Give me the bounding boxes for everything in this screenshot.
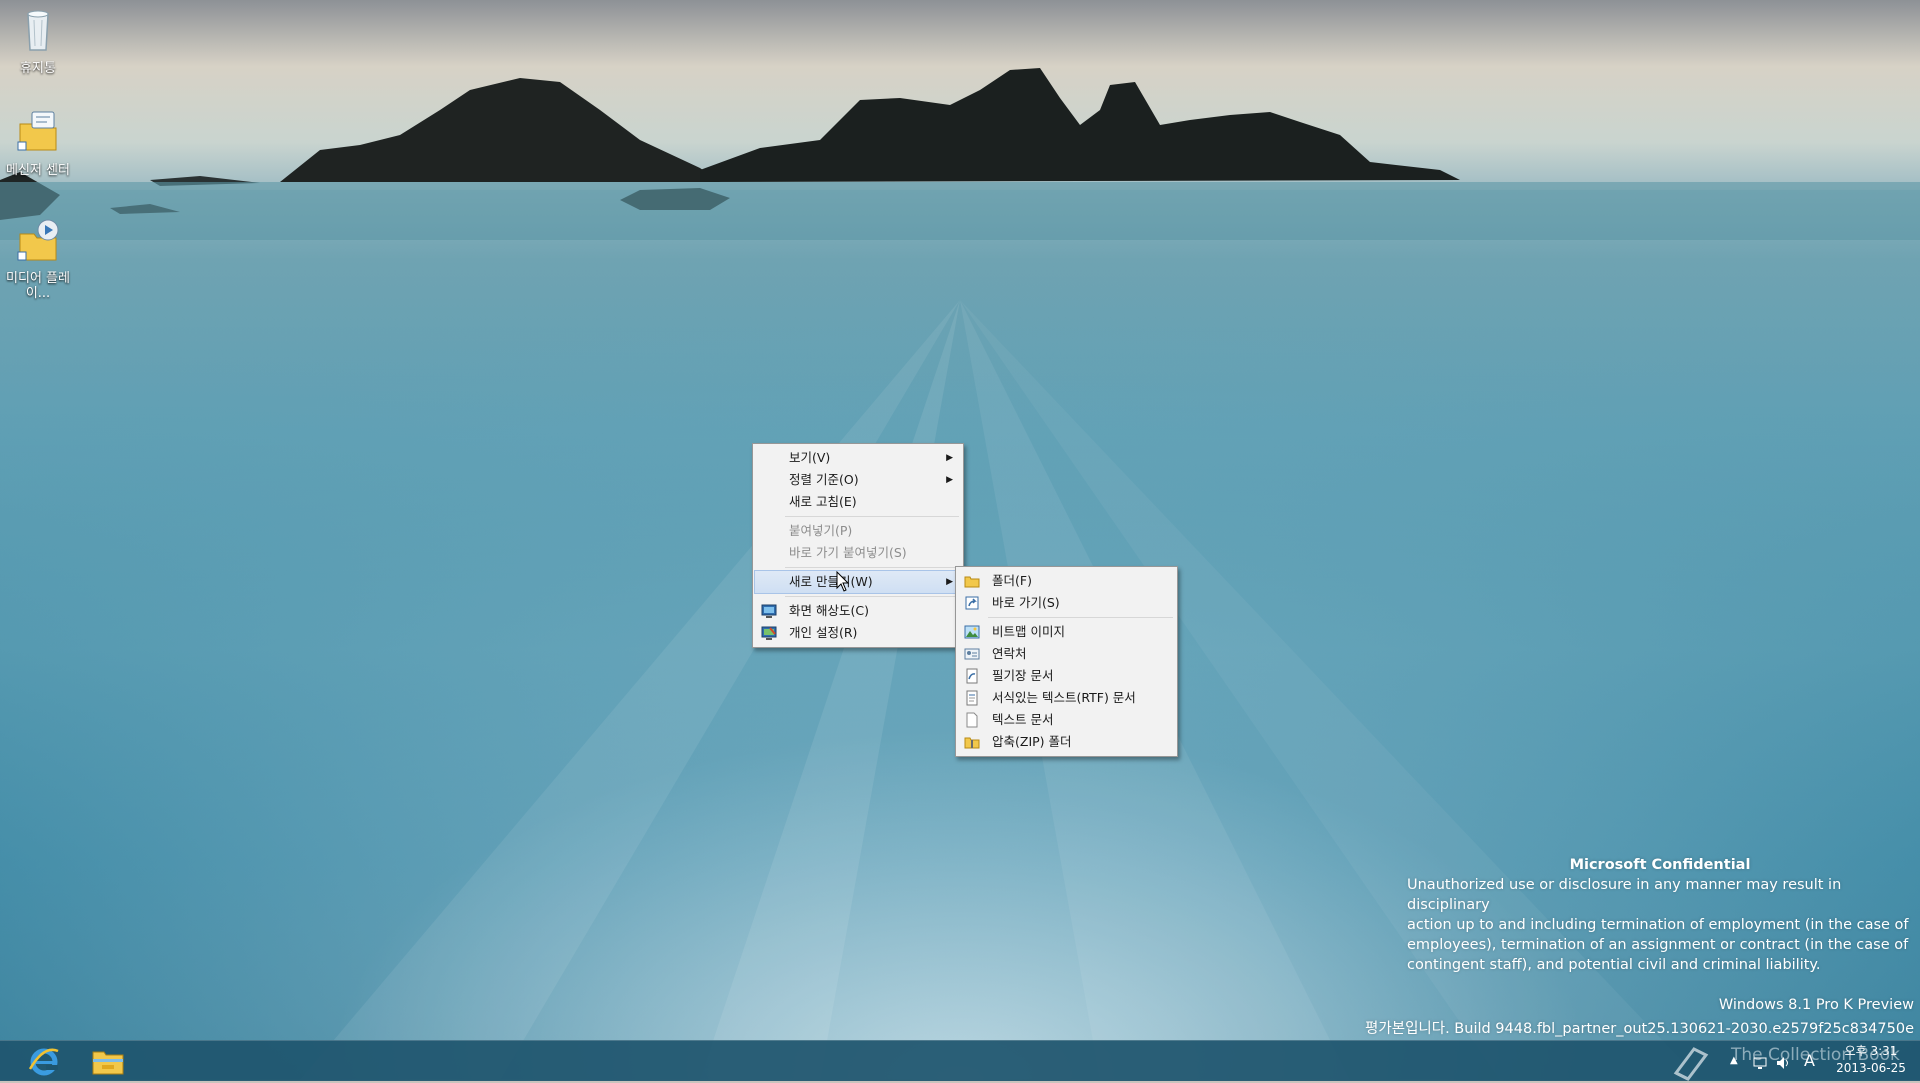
submenu-item-rtf[interactable]: 서식있는 텍스트(RTF) 문서 [958,687,1175,709]
clock-time: 오후 3:31 [1844,1044,1898,1058]
menu-item-label: 개인 설정(R) [789,625,858,640]
taskbar-button-internet-explorer[interactable] [20,1043,68,1079]
submenu-item-shortcut[interactable]: 바로 가기(S) [958,592,1175,614]
menu-item-paste[interactable]: 붙여넣기(P) [755,520,961,542]
menu-item-label: 보기(V) [789,450,831,465]
build-string: 평가본입니다. Build 9448.fbl_partner_out25.130… [1365,1021,1914,1037]
new-submenu: 폴더(F) 바로 가기(S) 비트맵 이미지 연락처 필기장 문서 서식있는 텍… [955,566,1178,757]
screen-resolution-icon [761,604,777,618]
rtf-document-icon [966,690,978,706]
network-icon[interactable] [1752,1055,1768,1071]
bitmap-image-icon [964,625,980,639]
submenu-item-folder[interactable]: 폴더(F) [958,570,1175,592]
menu-separator [785,516,959,517]
menu-separator [785,596,959,597]
show-hidden-icons-button[interactable]: ▲ [1730,1055,1738,1066]
internet-explorer-icon [28,1048,59,1076]
desktop-icon-label: 미디어 플레이... [6,271,70,301]
menu-item-refresh[interactable]: 새로 고침(E) [755,491,961,513]
book-logo-icon [1673,1047,1709,1081]
watermark-line: employees), termination of an assignment… [1407,937,1909,953]
windows-edition: Windows 8.1 Pro K Preview [1718,997,1914,1013]
menu-separator [785,567,959,568]
journal-document-icon [966,668,978,684]
menu-item-label: 바로 가기(S) [992,595,1060,610]
menu-item-label: 바로 가기 붙여넣기(S) [789,545,907,560]
folder-icon [964,576,980,588]
desktop-icon-label: 휴지통 [20,61,56,76]
system-clock[interactable]: 오후 3:31 2013-06-25 [1826,1043,1916,1077]
menu-item-screen-resolution[interactable]: 화면 해상도(C) [755,600,961,622]
desktop-icon-messenger-center[interactable]: 메신저 센터 [0,108,78,178]
taskbar-button-file-explorer[interactable] [84,1043,132,1079]
desktop-icon-media-player[interactable]: 미디어 플레이... [0,216,78,301]
menu-item-label: 텍스트 문서 [992,712,1054,727]
submenu-item-journal[interactable]: 필기장 문서 [958,665,1175,687]
menu-item-new[interactable]: 새로 만들기(W) ▶ [754,570,962,594]
menu-item-label: 붙여넣기(P) [789,523,853,538]
file-explorer-icon [92,1051,124,1075]
watermark-line: contingent staff), and potential civil a… [1407,957,1821,973]
submenu-arrow-icon: ▶ [946,577,953,587]
desktop-context-menu: 보기(V) ▶ 정렬 기준(O) ▶ 새로 고침(E) 붙여넣기(P) 바로 가… [752,443,964,648]
menu-item-label: 새로 고침(E) [789,494,857,509]
desktop-icon-recycle-bin[interactable]: 휴지통 [0,6,78,76]
submenu-item-text[interactable]: 텍스트 문서 [958,709,1175,731]
menu-item-sort[interactable]: 정렬 기준(O) ▶ [755,469,961,491]
submenu-item-contact[interactable]: 연락처 [958,643,1175,665]
menu-item-label: 필기장 문서 [992,668,1054,683]
watermark-title: Microsoft Confidential [1569,857,1751,873]
shortcut-icon [965,596,979,610]
menu-item-label: 정렬 기준(O) [789,472,859,487]
menu-item-label: 연락처 [992,646,1027,661]
menu-item-label: 서식있는 텍스트(RTF) 문서 [992,690,1136,705]
menu-item-label: 폴더(F) [992,573,1032,588]
menu-item-view[interactable]: 보기(V) ▶ [755,447,961,469]
volume-icon[interactable] [1775,1055,1791,1071]
zip-folder-icon [964,737,980,749]
watermark-line: Unauthorized use or disclosure in any ma… [1407,877,1842,913]
recycle-bin-icon [27,10,49,51]
submenu-item-zip[interactable]: 압축(ZIP) 폴더 [958,731,1175,753]
media-player-icon [17,219,59,261]
menu-item-label: 비트맵 이미지 [992,624,1065,639]
mouse-cursor-icon [836,571,850,592]
personalize-icon [761,626,777,640]
input-language-indicator[interactable]: A [1804,1051,1815,1070]
desktop-icon-label: 메신저 센터 [6,163,70,178]
menu-item-label: 새로 만들기(W) [789,574,873,589]
taskbar: The Collection Book ▲ A 오후 3:31 2013-06-… [0,1040,1920,1081]
submenu-item-bitmap[interactable]: 비트맵 이미지 [958,621,1175,643]
menu-item-personalize[interactable]: 개인 설정(R) [755,622,961,644]
menu-separator [988,617,1173,618]
text-document-icon [966,712,978,728]
menu-item-label: 압축(ZIP) 폴더 [992,734,1072,749]
messenger-center-icon [17,111,57,151]
confidential-watermark: Microsoft Confidential Unauthorized use … [1407,855,1913,975]
contact-card-icon [964,648,980,660]
submenu-arrow-icon: ▶ [946,475,953,485]
menu-item-paste-shortcut[interactable]: 바로 가기 붙여넣기(S) [755,542,961,564]
watermark-line: action up to and including termination o… [1407,917,1909,933]
menu-item-label: 화면 해상도(C) [789,603,869,618]
submenu-arrow-icon: ▶ [946,453,953,463]
clock-date: 2013-06-25 [1836,1061,1906,1075]
